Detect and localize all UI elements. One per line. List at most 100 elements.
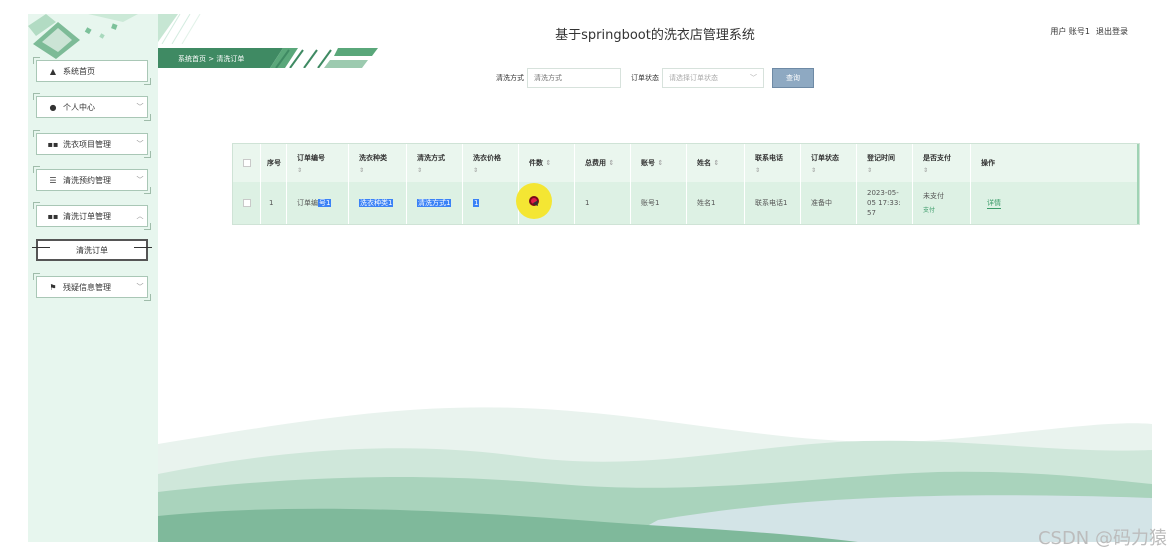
cell-paid: 未支付 支付 [913, 182, 971, 224]
sidebar-item-home[interactable]: ▲ 系统首页 [33, 57, 151, 85]
orders-table: 序号 订单编号 ⇕ 洗衣种类 ⇕ 清洗方式 ⇕ 洗衣价格 ⇕ 件数 ⇕ 总费用 … [232, 143, 1140, 225]
col-header-price[interactable]: 洗衣价格 ⇕ [463, 144, 519, 182]
cell-wash-type: 洗衣种类1 [349, 182, 407, 224]
sort-icon[interactable]: ⇕ [811, 167, 856, 174]
breadcrumb-home[interactable]: 系统首页 [178, 55, 206, 63]
home-icon: ▲ [49, 66, 57, 76]
cell-phone: 联系电话1 [745, 182, 801, 224]
cell-name: 姓名1 [687, 182, 745, 224]
col-header-label: 是否支付 [923, 153, 951, 162]
table-header-row: 序号 订单编号 ⇕ 洗衣种类 ⇕ 清洗方式 ⇕ 洗衣价格 ⇕ 件数 ⇕ 总费用 … [233, 144, 1137, 182]
breadcrumb: 系统首页 > 清洗订单 [158, 48, 378, 68]
grid-icon: ▪▪ [47, 139, 59, 149]
sidebar-subitem-label: 清洗订单 [76, 245, 108, 255]
col-header-label: 洗衣价格 [473, 153, 501, 162]
sidebar-item-info[interactable]: ⚑ 残疑信息管理 ﹀ [33, 273, 151, 301]
grid-icon: ▪▪ [47, 211, 59, 221]
flag-icon: ⚑ [49, 282, 57, 292]
sidebar-subitem-wash-order[interactable]: 清洗订单 [32, 239, 152, 261]
col-header-label: 联系电话 [755, 153, 783, 162]
cell-time: 2023-05- 05 17:33: 57 [857, 182, 913, 224]
logout-link[interactable]: 退出登录 [1096, 26, 1128, 37]
chevron-down-icon: ﹀ [136, 283, 144, 291]
col-header-paid[interactable]: 是否支付 ⇕ [913, 144, 971, 182]
sidebar: ▲ 系统首页 ● 个人中心 ﹀ ▪▪ 洗衣项目管理 ﹀ ☰ 清洗预约管理 ﹀ ▪… [28, 14, 158, 542]
col-header-actions: 操作 [971, 144, 1131, 182]
row-select-cell [233, 182, 261, 224]
col-header-wash-method[interactable]: 清洗方式 ⇕ [407, 144, 463, 182]
sidebar-item-wash-order[interactable]: ▪▪ 清洗订单管理 ︿ [33, 202, 151, 230]
sidebar-item-wash-booking[interactable]: ☰ 清洗预约管理 ﹀ [33, 166, 151, 194]
col-header-label: 总费用 ⇕ [585, 159, 615, 167]
col-header-name[interactable]: 姓名 ⇕ [687, 144, 745, 182]
order-status-label: 订单状态 [631, 74, 659, 82]
chevron-down-icon: ﹀ [136, 140, 144, 148]
cell-order-no: 订单编号1 [287, 182, 349, 224]
background-waves [158, 407, 1152, 542]
row-checkbox[interactable] [243, 199, 251, 207]
chevron-down-icon: ﹀ [136, 103, 144, 111]
breadcrumb-text: 系统首页 > 清洗订单 [178, 54, 244, 64]
sort-icon[interactable]: ⇕ [923, 167, 970, 174]
col-header-total[interactable]: 总费用 ⇕ [575, 144, 631, 182]
cell-actions: 详情 [971, 182, 1131, 224]
col-header-phone[interactable]: 联系电话 ⇕ [745, 144, 801, 182]
sidebar-item-laundry-project[interactable]: ▪▪ 洗衣项目管理 ﹀ [33, 130, 151, 158]
cursor-highlight [516, 183, 552, 219]
chevron-down-icon: ﹀ [750, 74, 757, 82]
current-user-label: 用户 账号1 [1050, 27, 1090, 36]
pay-button[interactable]: 支付 [923, 206, 970, 216]
col-header-order-no[interactable]: 订单编号 ⇕ [287, 144, 349, 182]
search-button[interactable]: 查询 [772, 68, 814, 88]
app-root: ▲ 系统首页 ● 个人中心 ﹀ ▪▪ 洗衣项目管理 ﹀ ☰ 清洗预约管理 ﹀ ▪… [0, 0, 1173, 556]
chevron-up-icon: ︿ [136, 212, 144, 220]
col-header-status[interactable]: 订单状态 ⇕ [801, 144, 857, 182]
col-header-time[interactable]: 登记时间 ⇕ [857, 144, 913, 182]
table-row[interactable]: 1 订单编号1 洗衣种类1 清洗方式1 1 1 1 账号1 姓名1 联系电话1 … [233, 182, 1137, 224]
cell-price: 1 [463, 182, 519, 224]
order-status-select[interactable]: 请选择订单状态 ﹀ [662, 68, 764, 88]
col-header-label: 姓名 ⇕ [697, 159, 720, 167]
sort-icon[interactable]: ⇕ [417, 167, 462, 174]
sidebar-item-personal-center[interactable]: ● 个人中心 ﹀ [33, 93, 151, 121]
sort-icon[interactable]: ⇕ [755, 167, 800, 174]
col-header-index[interactable]: 序号 [261, 144, 287, 182]
chevron-down-icon: ﹀ [136, 176, 144, 184]
paid-status: 未支付 [923, 191, 944, 200]
cell-account: 账号1 [631, 182, 687, 224]
sidebar-item-label: 残疑信息管理 [63, 282, 111, 292]
col-header-label: 账号 ⇕ [641, 159, 664, 167]
order-status-placeholder: 请选择订单状态 [669, 74, 718, 82]
sort-icon[interactable]: ⇕ [297, 167, 348, 174]
wash-method-input[interactable] [527, 68, 621, 88]
sort-icon[interactable]: ⇕ [867, 167, 912, 174]
list-icon: ☰ [49, 175, 57, 185]
select-all-checkbox[interactable] [243, 159, 251, 167]
search-bar: 清洗方式 订单状态 请选择订单状态 ﹀ 查询 [496, 68, 814, 88]
sort-icon[interactable]: ⇕ [473, 167, 518, 174]
breadcrumb-current: 清洗订单 [216, 55, 245, 63]
cell-total: 1 [575, 182, 631, 224]
sort-icon[interactable]: ⇕ [359, 167, 406, 174]
breadcrumb-separator: > [208, 55, 215, 63]
sidebar-logo-decoration [28, 14, 138, 59]
col-header-account[interactable]: 账号 ⇕ [631, 144, 687, 182]
cell-wash-method: 清洗方式1 [407, 182, 463, 224]
decorative-line [32, 247, 50, 248]
sidebar-item-label: 个人中心 [63, 102, 95, 112]
watermark: CSDN @码力猿 [1037, 528, 1167, 549]
select-all-cell [233, 144, 261, 182]
decorative-line [134, 247, 152, 248]
wash-method-label: 清洗方式 [496, 74, 524, 82]
col-header-label: 订单状态 [811, 153, 839, 162]
col-header-wash-type[interactable]: 洗衣种类 ⇕ [349, 144, 407, 182]
col-header-label: 件数 ⇕ [529, 159, 552, 167]
col-header-label: 清洗方式 [417, 153, 445, 162]
mouse-pointer-icon [532, 200, 541, 208]
col-header-count[interactable]: 件数 ⇕ [519, 144, 575, 182]
detail-button[interactable]: 详情 [987, 199, 1001, 209]
sidebar-item-label: 系统首页 [63, 66, 95, 76]
cell-index: 1 [261, 182, 287, 224]
col-header-label: 洗衣种类 [359, 153, 387, 162]
col-header-label: 登记时间 [867, 153, 895, 162]
